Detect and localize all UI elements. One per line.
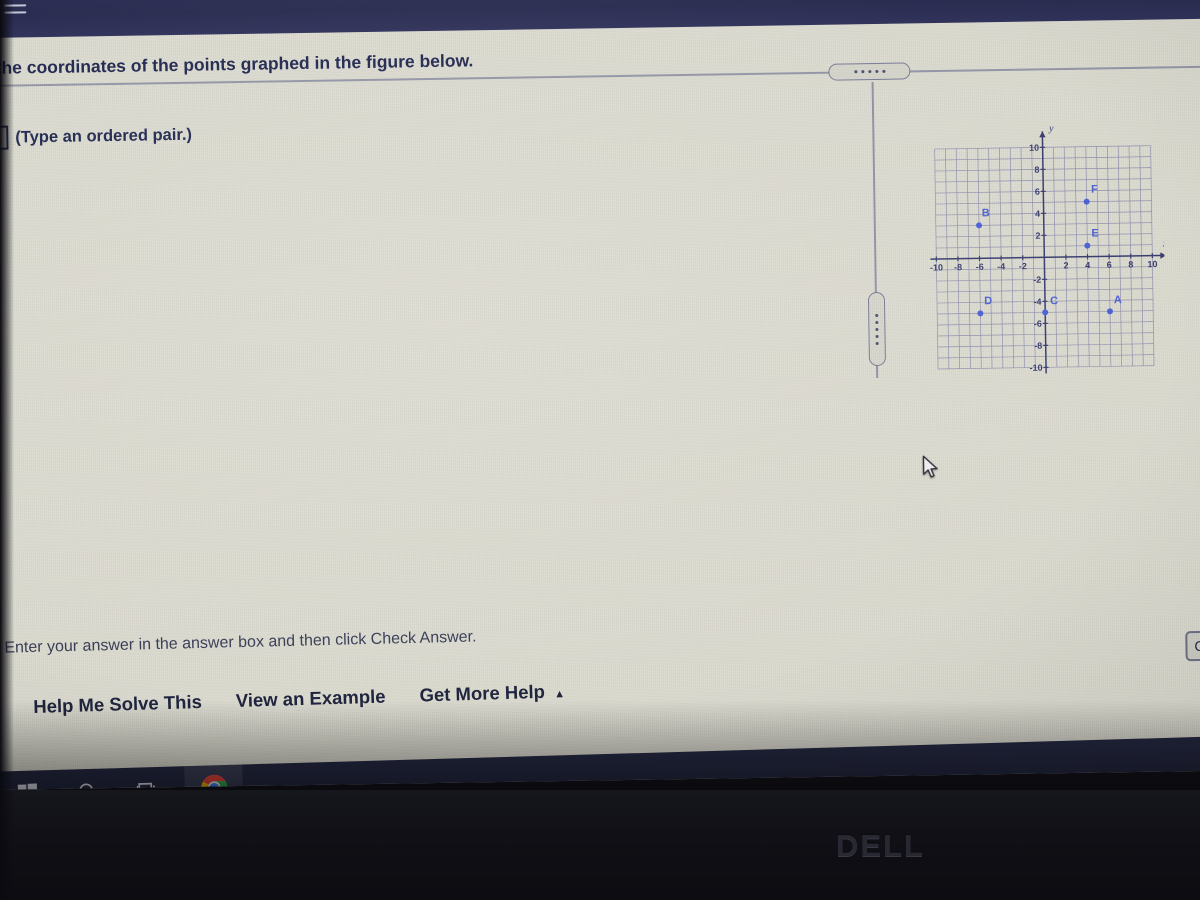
- answer-input[interactable]: [0, 125, 9, 151]
- svg-text:10: 10: [1147, 259, 1157, 269]
- svg-text:-2: -2: [1019, 261, 1027, 271]
- svg-text:E: E: [1091, 227, 1099, 239]
- chrome-icon[interactable]: [184, 764, 244, 790]
- svg-text:-10: -10: [930, 262, 943, 272]
- svg-text:-6: -6: [976, 262, 984, 272]
- svg-text:-8: -8: [1034, 341, 1042, 351]
- svg-text:4: 4: [1035, 209, 1040, 219]
- vertical-splitter-handle[interactable]: [867, 291, 887, 367]
- question-content-area: te the coordinates of the points graphed…: [0, 18, 1200, 790]
- svg-text:x: x: [1162, 238, 1166, 249]
- svg-text:2: 2: [1035, 231, 1040, 241]
- svg-text:2: 2: [1063, 260, 1068, 270]
- svg-text:-10: -10: [1029, 363, 1042, 373]
- svg-text:B: B: [982, 207, 990, 219]
- task-view-icon[interactable]: [124, 774, 171, 790]
- svg-text:F: F: [1091, 183, 1098, 195]
- search-icon[interactable]: [64, 775, 111, 790]
- submit-instruction: Enter your answer in the answer box and …: [4, 628, 477, 657]
- svg-text:-8: -8: [954, 262, 962, 272]
- horizontal-splitter-handle[interactable]: [828, 62, 911, 81]
- svg-text:4: 4: [1085, 260, 1090, 270]
- svg-text:-4: -4: [1033, 297, 1041, 307]
- get-more-help-link[interactable]: Get More Help ▲: [419, 680, 565, 706]
- svg-text:6: 6: [1035, 187, 1040, 197]
- coordinate-plane-figure: -10 -8 -6 -4 -2 2 4 6 8 10 10 8 6 4 2 -2 -4 -6 -8 -10 x y A B…: [912, 115, 1167, 381]
- svg-text:-2: -2: [1033, 275, 1041, 285]
- view-an-example-label: View an Example: [235, 685, 386, 711]
- help-me-solve-this-label: Help Me Solve This: [32, 690, 203, 717]
- svg-text:-6: -6: [1034, 319, 1042, 329]
- coordinate-plane-svg: -10 -8 -6 -4 -2 2 4 6 8 10 10 8 6 4 2 -2 -4 -6 -8 -10 x y A B…: [930, 123, 1167, 374]
- svg-text:6: 6: [1107, 260, 1112, 270]
- svg-text:10: 10: [1029, 143, 1039, 153]
- hamburger-menu-icon[interactable]: [4, 0, 27, 14]
- windows-start-icon[interactable]: [4, 777, 51, 790]
- laptop-screen: Homework: Sec. 1.1 HW Part 1 of 6 Score:…: [0, 0, 1200, 790]
- question-prompt: te the coordinates of the points graphed…: [0, 50, 474, 79]
- svg-text:8: 8: [1128, 259, 1133, 269]
- help-me-solve-this-link[interactable]: Help Me Solve This: [33, 691, 202, 718]
- page-title: Homework: Sec. 1.1 HW: [44, 0, 333, 4]
- help-links: Help Me Solve This View an Example Get M…: [33, 680, 565, 718]
- svg-text:-4: -4: [997, 261, 1005, 271]
- svg-text:C: C: [1050, 295, 1058, 307]
- svg-text:y: y: [1048, 123, 1054, 134]
- laptop-bezel: DELL: [0, 790, 1200, 900]
- svg-text:D: D: [984, 295, 992, 307]
- check-answer-button[interactable]: C: [1185, 630, 1200, 662]
- dell-logo: DELL: [836, 828, 925, 863]
- answer-format-hint: (Type an ordered pair.): [15, 125, 193, 146]
- view-an-example-link[interactable]: View an Example: [235, 686, 385, 712]
- svg-text:8: 8: [1034, 165, 1039, 175]
- get-more-help-label: Get More Help: [419, 680, 546, 706]
- answer-row: (Type an ordered pair.): [0, 123, 193, 151]
- svg-text:A: A: [1114, 294, 1122, 306]
- photo-of-laptop-screen: Homework: Sec. 1.1 HW Part 1 of 6 Score:…: [0, 0, 1200, 900]
- caret-up-icon: ▲: [553, 688, 566, 701]
- mouse-cursor: [922, 455, 938, 478]
